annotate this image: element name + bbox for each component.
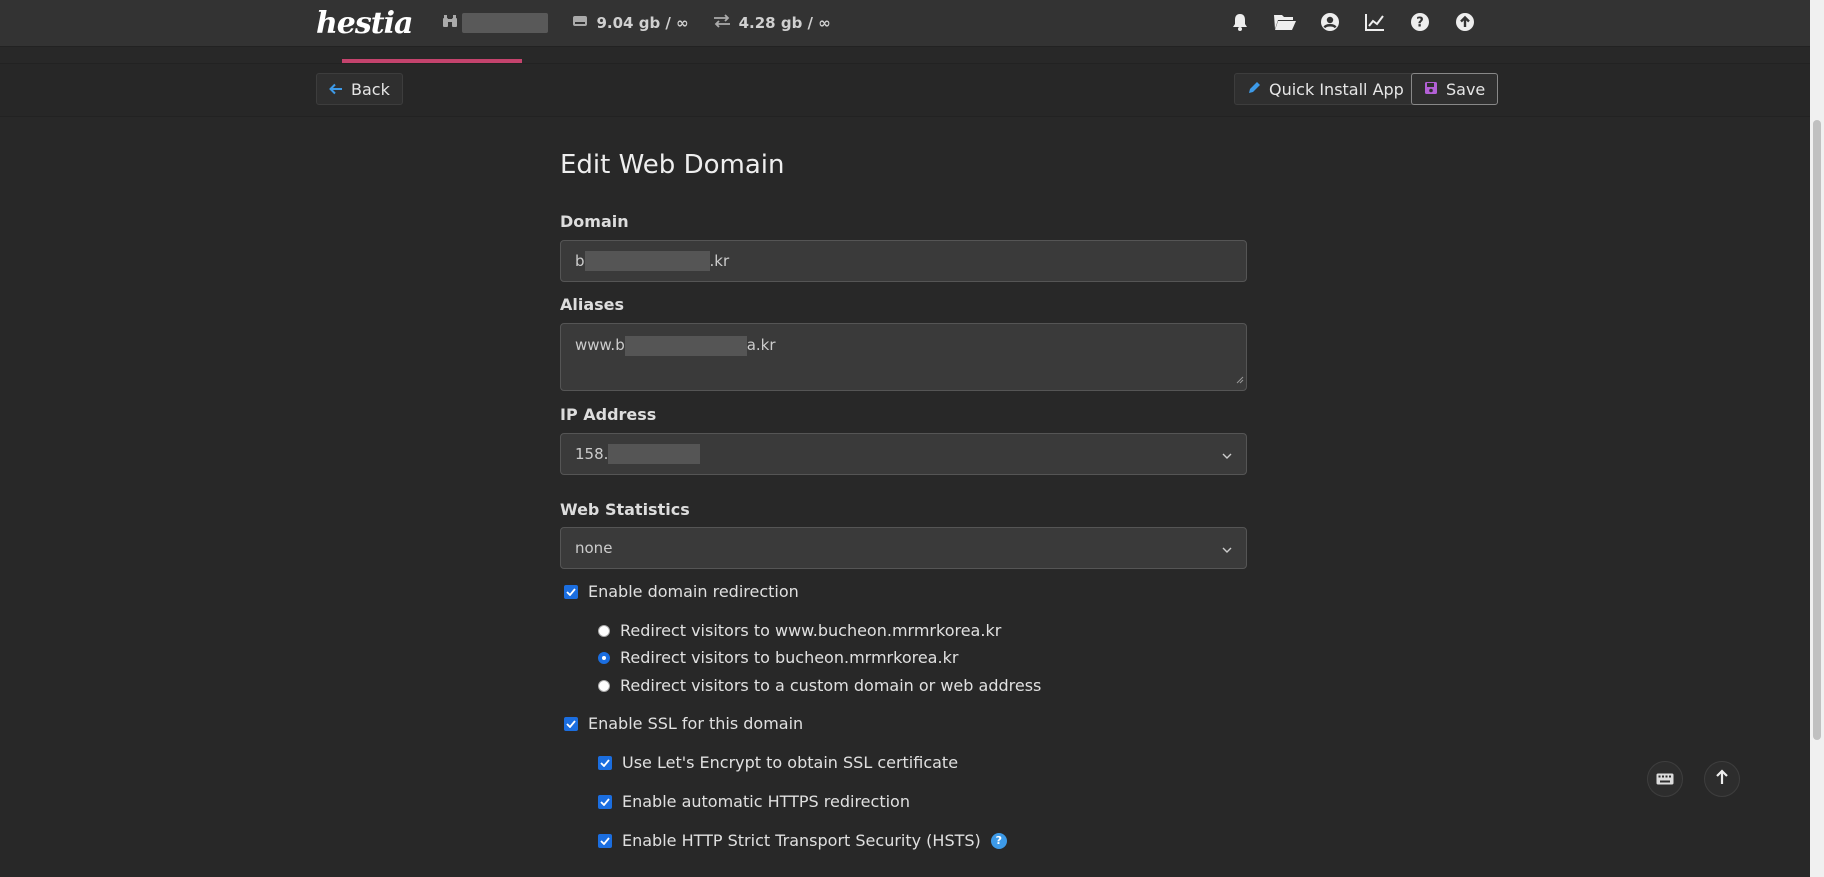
check-icon	[598, 833, 612, 848]
redacted-username	[462, 13, 549, 33]
help-circle-icon[interactable]: ?	[990, 832, 1007, 849]
aliases-value-start: www.b	[575, 336, 625, 354]
redirect-www-label: Redirect visitors to www.bucheon.mrmrkor…	[620, 621, 1002, 640]
bell-icon[interactable]	[1228, 10, 1252, 34]
check-icon	[564, 584, 578, 599]
back-label: Back	[351, 79, 390, 99]
redirect-custom-label: Redirect visitors to a custom domain or …	[620, 676, 1042, 695]
chevron-down-icon	[1222, 445, 1232, 463]
disk-usage: 9.04 gb / ∞	[596, 14, 689, 32]
arrow-up-icon	[1715, 769, 1729, 789]
enable-ssl-label: Enable SSL for this domain	[588, 714, 804, 733]
radio-circle-selected	[598, 651, 610, 664]
enable-redirection-label: Enable domain redirection	[588, 582, 799, 601]
hsts-label: Enable HTTP Strict Transport Security (H…	[622, 831, 981, 850]
resize-handle-icon[interactable]	[1236, 370, 1244, 388]
enable-ssl-checkbox[interactable]: Enable SSL for this domain	[564, 714, 803, 733]
floppy-disk-icon	[1424, 80, 1438, 99]
svg-text:?: ?	[1416, 16, 1424, 31]
https-redirect-label: Enable automatic HTTPS redirection	[622, 792, 910, 811]
quick-install-app-button[interactable]: Quick Install App	[1234, 73, 1417, 105]
scroll-to-top-button[interactable]	[1704, 761, 1740, 797]
user-circle-icon[interactable]	[1318, 10, 1342, 34]
ip-value-start: 158.	[575, 445, 609, 463]
web-statistics-select[interactable]: none	[560, 527, 1247, 569]
letsencrypt-label: Use Let's Encrypt to obtain SSL certific…	[622, 753, 959, 772]
chevron-down-icon	[1222, 539, 1232, 557]
redacted-alias	[624, 336, 747, 356]
hestia-logo[interactable]: hestia	[316, 6, 413, 41]
usage-stats: 9.04 gb / ∞ 4.28 gb / ∞	[442, 13, 831, 33]
aliases-label: Aliases	[560, 295, 625, 314]
web-statistics-label: Web Statistics	[560, 500, 690, 519]
pencil-icon	[1247, 80, 1261, 99]
save-label: Save	[1446, 79, 1486, 99]
check-icon	[598, 794, 612, 809]
ip-address-label: IP Address	[560, 405, 657, 424]
redirect-custom-radio[interactable]: Redirect visitors to a custom domain or …	[598, 676, 1041, 695]
keyboard-icon	[1656, 770, 1674, 789]
redacted-domain	[584, 251, 710, 271]
arrow-left-icon	[329, 80, 343, 99]
letsencrypt-checkbox[interactable]: Use Let's Encrypt to obtain SSL certific…	[598, 753, 958, 772]
save-button[interactable]: Save	[1411, 73, 1499, 105]
arrow-circle-up-icon[interactable]	[1453, 10, 1477, 34]
scrollbar-thumb[interactable]	[1813, 120, 1821, 740]
redirect-non-www-radio[interactable]: Redirect visitors to bucheon.mrmrkorea.k…	[598, 648, 958, 667]
check-icon	[564, 716, 578, 731]
radio-circle	[598, 624, 610, 637]
exchange-icon	[713, 14, 731, 32]
page-title: Edit Web Domain	[560, 150, 785, 180]
domain-input[interactable]: b .kr	[560, 240, 1247, 282]
quick-install-label: Quick Install App	[1269, 79, 1404, 99]
action-toolbar	[0, 63, 1810, 117]
hdd-icon	[572, 14, 588, 32]
bandwidth-usage: 4.28 gb / ∞	[738, 14, 831, 32]
https-redirect-checkbox[interactable]: Enable automatic HTTPS redirection	[598, 792, 910, 811]
question-circle-icon[interactable]: ?	[1408, 10, 1432, 34]
radio-circle	[598, 679, 610, 692]
binoculars-icon	[442, 14, 458, 32]
redirect-www-radio[interactable]: Redirect visitors to www.bucheon.mrmrkor…	[598, 621, 1001, 640]
ip-address-select[interactable]: 158.	[560, 433, 1247, 475]
top-navbar: hestia 9.04 gb / ∞ 4.28 gb / ∞ ?	[0, 0, 1810, 47]
aliases-value-end: a.kr	[746, 336, 776, 354]
aliases-textarea[interactable]: www.b a.kr	[560, 323, 1247, 391]
hsts-checkbox[interactable]: Enable HTTP Strict Transport Security (H…	[598, 831, 1007, 850]
chart-line-icon[interactable]	[1363, 10, 1387, 34]
check-icon	[598, 755, 612, 770]
domain-value-end: .kr	[709, 252, 730, 270]
enable-redirection-checkbox[interactable]: Enable domain redirection	[564, 582, 799, 601]
redacted-ip	[608, 444, 701, 464]
domain-label: Domain	[560, 212, 629, 231]
domain-value-start: b	[575, 252, 585, 270]
keyboard-shortcuts-button[interactable]	[1647, 761, 1683, 797]
redirect-non-www-label: Redirect visitors to bucheon.mrmrkorea.k…	[620, 648, 959, 667]
web-statistics-value: none	[575, 539, 613, 557]
back-button[interactable]: Back	[316, 73, 403, 105]
folder-icon[interactable]	[1273, 10, 1297, 34]
